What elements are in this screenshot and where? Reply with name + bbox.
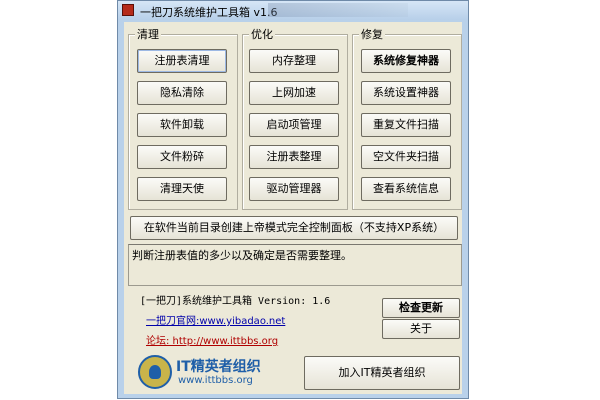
description-box[interactable]: 判断注册表值的多少以及确定是否需要整理。 bbox=[128, 244, 462, 286]
god-mode-button[interactable]: 在软件当前目录创建上帝模式完全控制面板（不支持XP系统） bbox=[130, 216, 458, 240]
optimize-group-label: 优化 bbox=[249, 28, 275, 41]
app-window: 一把刀系统维护工具箱 v1.6 清理 注册表清理 隐私清除 软件卸载 文件粉碎 … bbox=[117, 0, 469, 399]
join-organization-button[interactable]: 加入IT精英者组织 bbox=[304, 356, 460, 390]
logo-title: IT精英者组织 bbox=[176, 359, 261, 375]
startup-manager-button[interactable]: 启动项管理 bbox=[249, 113, 339, 137]
optimize-group: 优化 内存整理 上网加速 启动项管理 注册表整理 驱动管理器 bbox=[242, 28, 348, 210]
title-bar-background bbox=[268, 3, 408, 17]
software-uninstall-button[interactable]: 软件卸载 bbox=[137, 113, 227, 137]
client-area: 清理 注册表清理 隐私清除 软件卸载 文件粉碎 清理天使 优化 内存整理 上网加… bbox=[124, 22, 462, 394]
window-title: 一把刀系统维护工具箱 v1.6 bbox=[140, 6, 278, 19]
file-shred-button[interactable]: 文件粉碎 bbox=[137, 145, 227, 169]
registry-clean-button[interactable]: 注册表清理 bbox=[137, 49, 227, 73]
forum-link[interactable]: 论坛: http://www.ittbbs.org bbox=[146, 332, 278, 347]
clean-group: 清理 注册表清理 隐私清除 软件卸载 文件粉碎 清理天使 bbox=[128, 28, 238, 210]
duplicate-file-scan-button[interactable]: 重复文件扫描 bbox=[361, 113, 451, 137]
privacy-clear-button[interactable]: 隐私清除 bbox=[137, 81, 227, 105]
repair-group: 修复 系统修复神器 系统设置神器 重复文件扫描 空文件夹扫描 查看系统信息 bbox=[352, 28, 462, 210]
about-button[interactable]: 关于 bbox=[382, 319, 460, 339]
internet-accelerate-button[interactable]: 上网加速 bbox=[249, 81, 339, 105]
title-bar[interactable]: 一把刀系统维护工具箱 v1.6 bbox=[118, 1, 468, 20]
driver-manager-button[interactable]: 驱动管理器 bbox=[249, 177, 339, 201]
system-repair-button[interactable]: 系统修复神器 bbox=[361, 49, 451, 73]
empty-folder-scan-button[interactable]: 空文件夹扫描 bbox=[361, 145, 451, 169]
memory-tidy-button[interactable]: 内存整理 bbox=[249, 49, 339, 73]
app-icon bbox=[122, 4, 134, 16]
system-info-button[interactable]: 查看系统信息 bbox=[361, 177, 451, 201]
logo-url: www.ittbbs.org bbox=[178, 375, 253, 386]
registry-tidy-button[interactable]: 注册表整理 bbox=[249, 145, 339, 169]
version-label: [一把刀]系统维护工具箱 Version: 1.6 bbox=[140, 296, 331, 307]
clean-group-label: 清理 bbox=[135, 28, 161, 41]
repair-group-label: 修复 bbox=[359, 28, 385, 41]
emblem-icon bbox=[138, 355, 172, 389]
check-update-button[interactable]: 检查更新 bbox=[382, 298, 460, 318]
clean-angel-button[interactable]: 清理天使 bbox=[137, 177, 227, 201]
it-elite-logo: IT精英者组织 www.ittbbs.org bbox=[138, 355, 261, 391]
website-link[interactable]: 一把刀官网:www.yibadao.net bbox=[146, 312, 285, 327]
system-settings-button[interactable]: 系统设置神器 bbox=[361, 81, 451, 105]
